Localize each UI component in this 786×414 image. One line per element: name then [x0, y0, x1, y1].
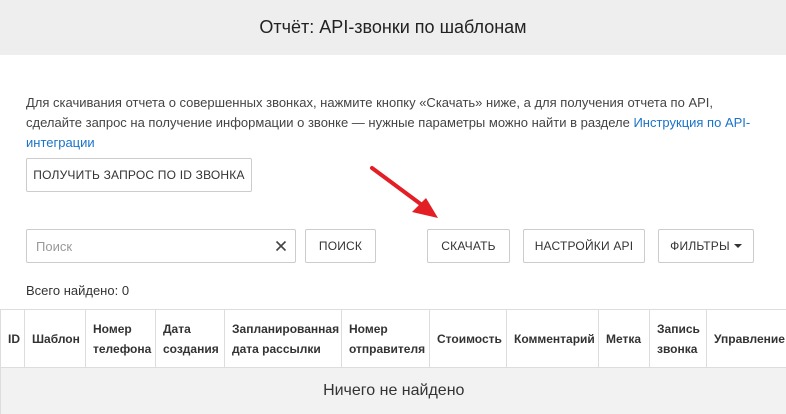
- filters-button[interactable]: ФИЛЬТРЫ: [658, 229, 754, 263]
- table-header-row: ID Шаблон Номер телефона Дата создания З…: [1, 310, 786, 368]
- download-button[interactable]: СКАЧАТЬ: [427, 229, 510, 263]
- caret-down-icon: [734, 244, 742, 248]
- description-text: Для скачивания отчета о совершенных звон…: [26, 95, 713, 130]
- column-header[interactable]: Номер отправителя: [342, 310, 430, 368]
- search-button[interactable]: ПОИСК: [305, 229, 376, 263]
- column-header[interactable]: Дата создания: [156, 310, 225, 368]
- column-header[interactable]: Запись звонка: [650, 310, 707, 368]
- column-header[interactable]: Комментарий: [507, 310, 599, 368]
- close-icon[interactable]: [275, 240, 287, 252]
- search-input[interactable]: [27, 230, 267, 262]
- column-header[interactable]: ID: [1, 310, 25, 368]
- search-box: [26, 229, 296, 263]
- page-title: Отчёт: API-звонки по шаблонам: [259, 17, 526, 38]
- page-header: Отчёт: API-звонки по шаблонам: [0, 0, 786, 55]
- api-settings-button[interactable]: НАСТРОЙКИ API: [523, 229, 645, 263]
- empty-message: Ничего не найдено: [1, 368, 786, 414]
- empty-row: Ничего не найдено: [1, 368, 786, 414]
- total-found: Всего найдено: 0: [26, 283, 129, 298]
- column-header[interactable]: Номер телефона: [86, 310, 156, 368]
- column-header[interactable]: Запланированная дата рассылки: [225, 310, 342, 368]
- annotation-arrow: [360, 160, 450, 230]
- get-request-by-call-id-button[interactable]: ПОЛУЧИТЬ ЗАПРОС ПО ID ЗВОНКА: [26, 158, 252, 192]
- column-header[interactable]: Шаблон: [25, 310, 86, 368]
- description: Для скачивания отчета о совершенных звон…: [26, 93, 766, 153]
- column-header[interactable]: Метка: [599, 310, 650, 368]
- column-header[interactable]: Управление: [707, 310, 786, 368]
- filters-label: ФИЛЬТРЫ: [670, 239, 730, 253]
- calls-table: ID Шаблон Номер телефона Дата создания З…: [0, 309, 786, 414]
- column-header[interactable]: Стоимость: [430, 310, 507, 368]
